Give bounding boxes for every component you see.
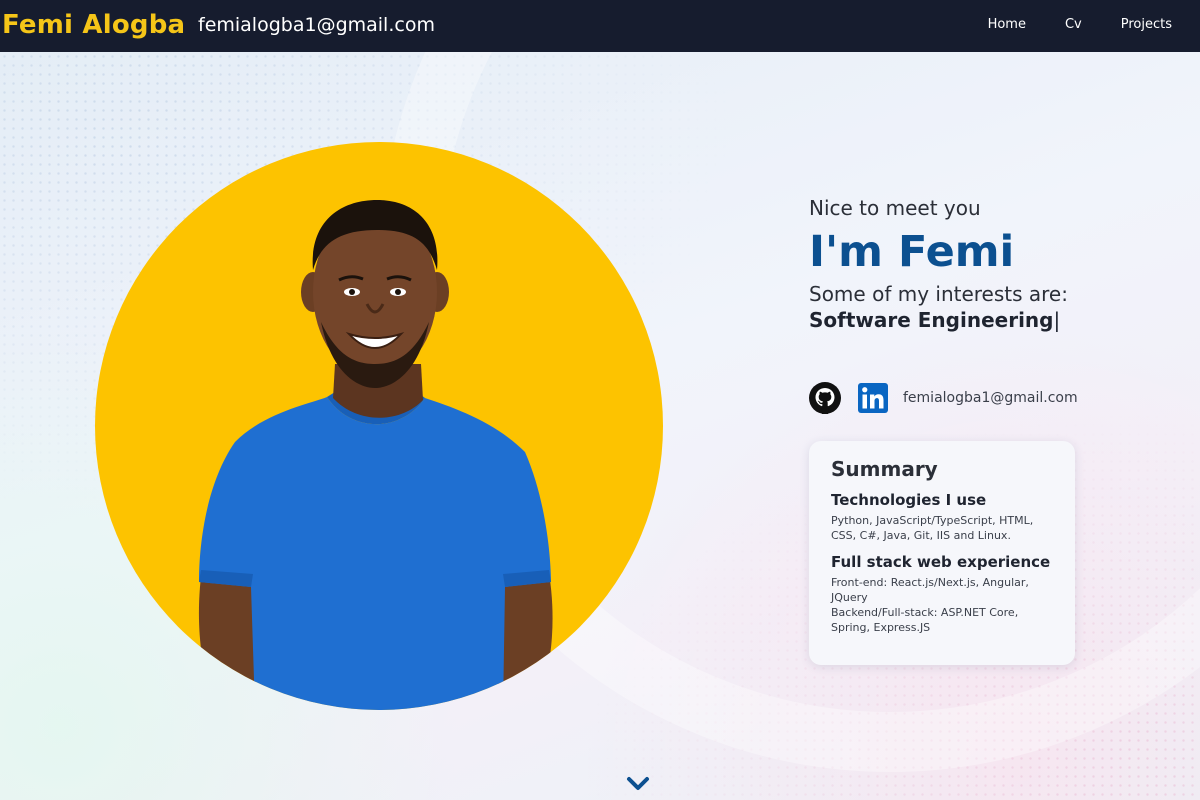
nav-link-cv[interactable]: Cv [1065,17,1082,32]
nav-links: Home Cv Projects [949,17,1172,32]
technologies-title: Technologies I use [831,491,987,509]
typing-cursor: | [1053,307,1061,332]
greeting-text: Nice to meet you [809,196,981,220]
frontend-line: Front-end: React.js/Next.js, Angular, JQ… [831,576,1029,604]
technologies-text: Python, JavaScript/TypeScript, HTML, CSS… [831,513,1055,543]
name-heading: I'm Femi [809,227,1015,277]
intro-section: Nice to meet you I'm Femi Some of my int… [809,196,1149,332]
brand-name[interactable]: Femi Alogba [2,10,185,40]
nav-link-projects[interactable]: Projects [1121,17,1172,32]
top-navbar: Femi Alogba femialogba1@gmail.com Home C… [0,0,1200,52]
chevron-down-icon[interactable] [626,776,650,792]
fullstack-text: Front-end: React.js/Next.js, Angular, JQ… [831,575,1055,635]
github-icon[interactable] [809,382,841,414]
interest-typewriter: Software Engineering| [809,308,1149,332]
backend-line: Backend/Full-stack: ASP.NET Core, Spring… [831,606,1019,634]
technologies-line: Python, JavaScript/TypeScript, HTML, CSS… [831,514,1034,542]
person-illustration [198,200,553,710]
interest-value: Software Engineering [809,307,1054,332]
nav-link-home[interactable]: Home [988,17,1026,32]
summary-title: Summary [831,457,938,481]
interests-label: Some of my interests are: [809,281,1068,306]
summary-card: Summary Technologies I use Python, JavaS… [809,441,1075,665]
header-email: femialogba1@gmail.com [198,14,435,36]
linkedin-icon[interactable] [858,383,888,413]
contact-email[interactable]: femialogba1@gmail.com [903,390,1078,406]
social-links: femialogba1@gmail.com [809,382,1078,414]
fullstack-title: Full stack web experience [831,553,1051,571]
profile-portrait [95,142,663,710]
